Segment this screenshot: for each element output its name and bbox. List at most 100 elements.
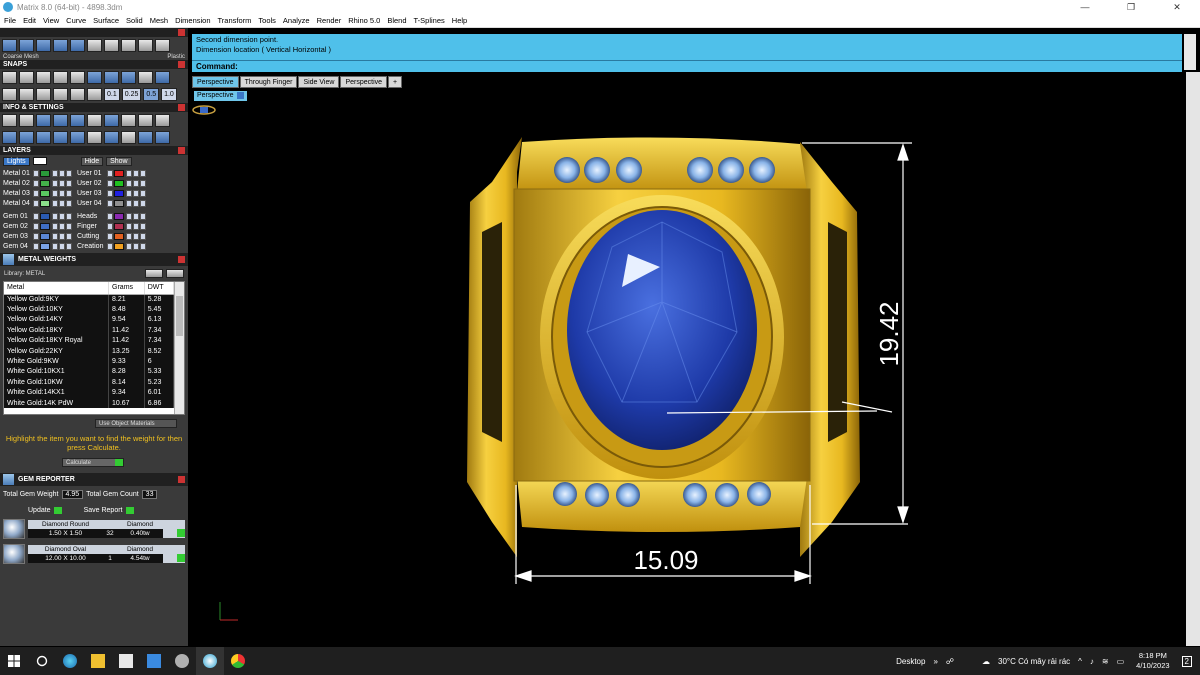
layer-lock-icon[interactable]: [52, 232, 58, 240]
layer-select-icon[interactable]: [140, 232, 146, 240]
layer-select-icon[interactable]: [140, 212, 146, 220]
desktop-button[interactable]: Desktop: [896, 657, 925, 666]
layer-select-icon[interactable]: [66, 232, 72, 240]
layer-lock-icon[interactable]: [52, 169, 58, 177]
layer-lock-icon[interactable]: [126, 242, 132, 250]
close-icon[interactable]: [178, 29, 185, 36]
layer-row[interactable]: User 04: [77, 198, 147, 208]
menu-tools[interactable]: Tools: [258, 16, 276, 25]
hide-button[interactable]: Hide: [80, 157, 104, 166]
column-grams[interactable]: Grams: [108, 282, 145, 295]
tab-side-view[interactable]: Side View: [298, 76, 340, 88]
table-row[interactable]: White Gold:14K PdW 10.67 6.86: [4, 397, 175, 409]
view-cube-icon[interactable]: [192, 102, 216, 118]
snap-b-icon[interactable]: [19, 88, 34, 101]
grid-icon[interactable]: [87, 39, 102, 52]
close-icon[interactable]: [178, 256, 185, 263]
snap-grid-icon[interactable]: [155, 71, 170, 84]
layer-visible-icon[interactable]: [133, 222, 139, 230]
menu-mesh[interactable]: Mesh: [150, 16, 168, 25]
layer-visible-icon[interactable]: [133, 169, 139, 177]
add-tab-button[interactable]: +: [388, 76, 403, 88]
layer-toggle-icon[interactable]: [33, 169, 39, 177]
layer-lock-icon[interactable]: [52, 242, 58, 250]
table-row[interactable]: Yellow Gold:18KY Royal 11.42 7.34: [4, 335, 175, 346]
layer-toggle-icon[interactable]: [33, 199, 39, 207]
grid-view-icon[interactable]: [2, 131, 17, 144]
taskbar-matrix[interactable]: [196, 647, 224, 675]
layer-lock-icon[interactable]: [52, 222, 58, 230]
layer-row[interactable]: Metal 02: [3, 178, 73, 188]
tab-through-finger[interactable]: Through Finger: [239, 76, 298, 88]
layer-visible-icon[interactable]: [133, 189, 139, 197]
layer-color-swatch[interactable]: [40, 232, 50, 240]
taskbar-store[interactable]: [112, 647, 140, 675]
menu-render[interactable]: Render: [317, 16, 342, 25]
cube-icon[interactable]: [36, 131, 51, 144]
layer-row[interactable]: User 03: [77, 188, 147, 198]
layer-select-icon[interactable]: [140, 199, 146, 207]
viewport[interactable]: 19.42 15.09: [192, 102, 1182, 646]
layer-select-icon[interactable]: [66, 222, 72, 230]
layer-row[interactable]: Finger: [77, 221, 147, 231]
filter-icon[interactable]: [70, 131, 85, 144]
weather-icon[interactable]: ☁: [982, 657, 990, 666]
gem-icon[interactable]: [104, 114, 119, 127]
snap-f-icon[interactable]: [87, 88, 102, 101]
menu-transform[interactable]: Transform: [218, 16, 252, 25]
render-icon[interactable]: [19, 39, 34, 52]
restore-button[interactable]: ❐: [1108, 0, 1154, 14]
layer-color-swatch[interactable]: [40, 212, 50, 220]
menu-analyze[interactable]: Analyze: [283, 16, 310, 25]
table-icon[interactable]: [19, 131, 34, 144]
layer-visible-icon[interactable]: [59, 242, 65, 250]
layer-row[interactable]: Gem 02: [3, 221, 73, 231]
sphere-icon[interactable]: [53, 39, 68, 52]
layer-lock-icon[interactable]: [126, 232, 132, 240]
layer-select-icon[interactable]: [66, 189, 72, 197]
right-scrollbar[interactable]: [1186, 72, 1200, 646]
layer-visible-icon[interactable]: [59, 232, 65, 240]
plastic-icon[interactable]: [138, 39, 153, 52]
layer-color-swatch[interactable]: [114, 232, 124, 240]
snap-mid-icon[interactable]: [53, 71, 68, 84]
layer-toggle-icon[interactable]: [107, 199, 113, 207]
snap-near-icon[interactable]: [19, 71, 34, 84]
layer-lock-icon[interactable]: [126, 212, 132, 220]
menu-curve[interactable]: Curve: [66, 16, 86, 25]
close-button[interactable]: ✕: [1154, 0, 1200, 14]
close-icon[interactable]: [178, 147, 185, 154]
taskbar-explorer[interactable]: [84, 647, 112, 675]
layer-lock-icon[interactable]: [126, 169, 132, 177]
volume-icon[interactable]: ♪: [1090, 657, 1094, 666]
table-row[interactable]: White Gold:9KW 9.33 6: [4, 356, 175, 367]
table-row[interactable]: White Gold:14KX1 9.34 6.01: [4, 387, 175, 398]
taskbar-chrome[interactable]: [224, 647, 252, 675]
chrome-icon[interactable]: [155, 39, 170, 52]
layer-row[interactable]: Gem 01: [3, 211, 73, 221]
layer-color-swatch[interactable]: [40, 222, 50, 230]
lights-swatch[interactable]: [32, 157, 47, 165]
menu-surface[interactable]: Surface: [93, 16, 119, 25]
material-icon[interactable]: [104, 39, 119, 52]
layer-row[interactable]: User 02: [77, 178, 147, 188]
start-button[interactable]: [0, 647, 28, 675]
layer-select-icon[interactable]: [66, 242, 72, 250]
layer-color-swatch[interactable]: [40, 169, 50, 177]
layer-color-swatch[interactable]: [114, 222, 124, 230]
ruler-icon[interactable]: [70, 114, 85, 127]
chevron-right-icon[interactable]: »: [933, 657, 937, 666]
menu-dimension[interactable]: Dimension: [175, 16, 210, 25]
keyboard-icon[interactable]: ▭: [1117, 657, 1125, 666]
command-scrollbar[interactable]: [1184, 34, 1196, 70]
library-dropdown-icon[interactable]: [145, 269, 163, 278]
snap-point-icon[interactable]: [36, 71, 51, 84]
snap-int-icon[interactable]: [87, 71, 102, 84]
snap-value-0-25[interactable]: 0.25: [121, 88, 142, 101]
metal-icon[interactable]: [121, 39, 136, 52]
layer-toggle-icon[interactable]: [107, 189, 113, 197]
gem-list-item[interactable]: Diamond Round Diamond 1.50 X 1.50 32 0.40tw: [3, 519, 185, 539]
snap-d-icon[interactable]: [53, 88, 68, 101]
snap-end-icon[interactable]: [2, 71, 17, 84]
layer-toggle-icon[interactable]: [107, 212, 113, 220]
